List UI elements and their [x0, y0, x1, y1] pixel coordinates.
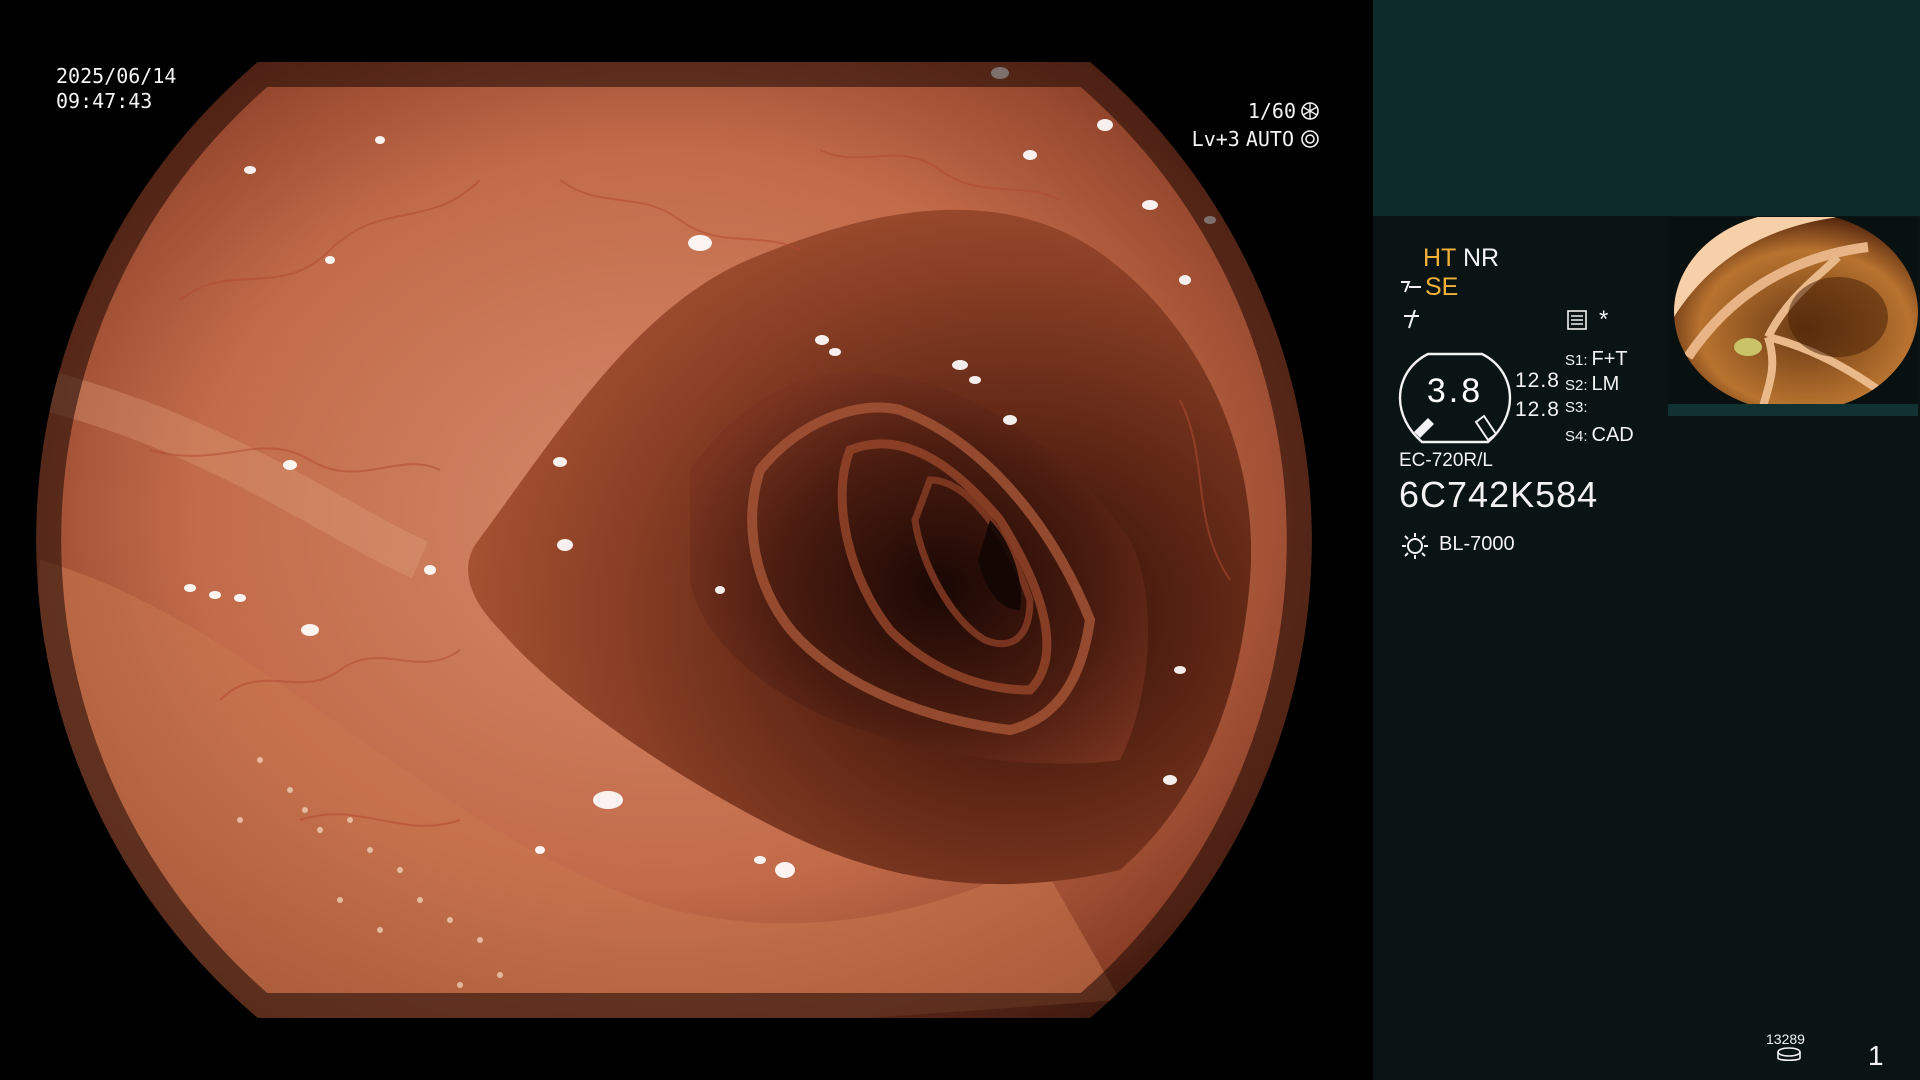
- switch-s3: S3:: [1565, 399, 1592, 416]
- mode-nr-label: NR: [1463, 244, 1500, 272]
- switch-value: CAD: [1591, 424, 1634, 446]
- mode-ht-label: HT: [1423, 244, 1457, 272]
- page-number: 1: [1868, 1040, 1884, 1071]
- zoom-value: 3.8: [1426, 372, 1484, 410]
- reference-thumbnail[interactable]: [1668, 217, 1918, 404]
- info-panel: HT NR SE * 3.8 12.8 12.8 S1: F+T S2: LM …: [1373, 0, 1920, 1080]
- image-count: 13289: [1766, 1031, 1805, 1047]
- scope-serial: 6C742K584: [1399, 474, 1599, 515]
- switch-value: F+T: [1591, 348, 1628, 370]
- structure-enhance-icon: [1401, 281, 1421, 293]
- switch-s1: S1: F+T: [1565, 348, 1628, 371]
- mode-se-label: SE: [1425, 273, 1459, 301]
- level-value: Lv+3: [1191, 127, 1240, 151]
- zoom-readout-1: 12.8: [1515, 369, 1560, 392]
- light-source-model: BL-7000: [1439, 533, 1515, 555]
- date-display: 2025/06/14: [56, 64, 177, 88]
- auto-label: AUTO: [1245, 127, 1294, 151]
- brightness-readout: Lv+3 AUTO: [1192, 127, 1320, 151]
- shutter-icon: [1301, 102, 1319, 120]
- zoom-gauge: 3.8: [1398, 350, 1512, 444]
- light-source-icon: [1402, 533, 1428, 559]
- shutter-value: 1/60: [1247, 99, 1296, 123]
- switch-s2: S2: LM: [1565, 373, 1619, 396]
- auto-iris-icon: [1301, 130, 1319, 148]
- endoscope-viewport: 2025/06/14 09:47:43 1/60 Lv+3 AUTO: [0, 0, 1372, 1080]
- endoscopic-image: [36, 62, 1312, 1018]
- freeze-icon: [1404, 309, 1419, 329]
- switch-key: S3:: [1565, 399, 1588, 416]
- panel-header-area: [1373, 0, 1920, 216]
- disk-icon: [1777, 1047, 1801, 1062]
- thumbnail-image: [1674, 217, 1918, 404]
- time-display: 09:47:43: [56, 89, 153, 113]
- menu-icon: [1567, 310, 1587, 330]
- thumbnail-bar: [1668, 404, 1918, 416]
- shutter-readout: 1/60: [1248, 99, 1320, 123]
- scope-model: EC-720R/L: [1399, 450, 1493, 471]
- switch-key: S4:: [1565, 428, 1588, 445]
- switch-s4: S4: CAD: [1565, 424, 1634, 447]
- switch-key: S1:: [1565, 352, 1588, 369]
- zoom-readout-2: 12.8: [1515, 398, 1560, 421]
- switch-key: S2:: [1565, 377, 1588, 394]
- switch-value: LM: [1591, 373, 1620, 395]
- asterisk-indicator: *: [1599, 306, 1609, 333]
